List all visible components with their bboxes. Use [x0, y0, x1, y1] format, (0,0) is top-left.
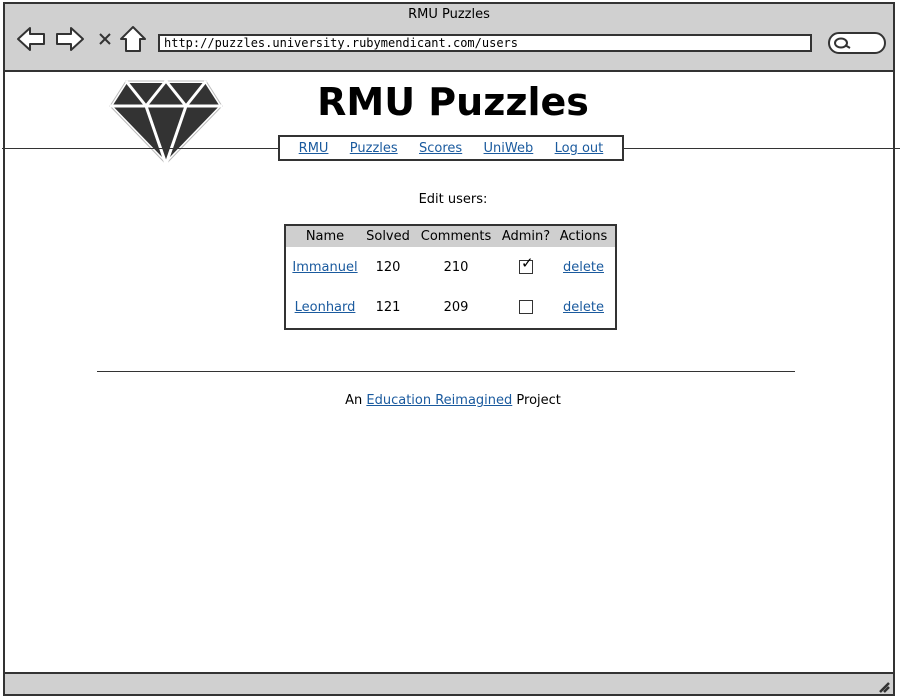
footer: An Education Reimagined Project [5, 393, 900, 408]
column-header: Actions [559, 229, 608, 244]
users-table: Name Solved Comments Admin? Actions Imma… [284, 224, 617, 330]
column-header: Name [305, 229, 345, 244]
table-row: Immanuel 120 210 delete [286, 247, 615, 287]
nav-link-rmu[interactable]: RMU [299, 141, 329, 156]
main-nav: RMU Puzzles Scores UniWeb Log out [278, 135, 624, 161]
education-reimagined-link[interactable]: Education Reimagined [366, 393, 512, 408]
home-icon[interactable] [119, 25, 147, 53]
comments-count: 209 [443, 299, 469, 315]
nav-link-puzzles[interactable]: Puzzles [350, 141, 398, 156]
admin-checkbox[interactable] [519, 300, 533, 314]
url-input[interactable]: http://puzzles.university.rubymendicant.… [158, 34, 812, 52]
delete-link[interactable]: delete [563, 260, 604, 275]
header-divider-right [624, 148, 900, 149]
back-arrow-icon[interactable] [15, 25, 47, 53]
resize-grip-icon[interactable] [876, 678, 890, 693]
search-button[interactable] [828, 32, 886, 54]
close-icon[interactable] [93, 25, 117, 53]
column-header: Solved [366, 229, 410, 244]
window-title: RMU Puzzles [408, 7, 490, 22]
forward-arrow-icon[interactable] [54, 25, 86, 53]
comments-count: 210 [443, 259, 469, 275]
column-header: Admin? [501, 229, 551, 244]
delete-link[interactable]: delete [563, 300, 604, 315]
column-header: Comments [420, 229, 492, 244]
nav-link-log-out[interactable]: Log out [555, 141, 604, 156]
site-title: RMU Puzzles [317, 80, 589, 124]
table-row: Leonhard 121 209 delete [286, 287, 615, 327]
header-divider-left [2, 148, 278, 149]
table-header: Name Solved Comments Admin? Actions [286, 226, 615, 247]
status-bar [5, 672, 893, 694]
admin-checkbox[interactable] [519, 254, 534, 274]
nav-link-uniweb[interactable]: UniWeb [484, 141, 534, 156]
nav-link-scores[interactable]: Scores [419, 141, 462, 156]
footer-divider [97, 371, 795, 372]
solved-count: 121 [375, 299, 401, 315]
browser-window: RMU Puzzles http://puzzles.university.ru… [2, 2, 900, 696]
footer-prefix: An [345, 393, 363, 408]
search-icon [834, 37, 851, 49]
user-name-link[interactable]: Leonhard [295, 300, 356, 315]
solved-count: 120 [375, 259, 401, 275]
footer-suffix: Project [516, 393, 561, 408]
browser-toolbar: RMU Puzzles http://puzzles.university.ru… [5, 4, 893, 72]
user-name-link[interactable]: Immanuel [292, 260, 357, 275]
edit-users-heading: Edit users: [418, 192, 488, 207]
